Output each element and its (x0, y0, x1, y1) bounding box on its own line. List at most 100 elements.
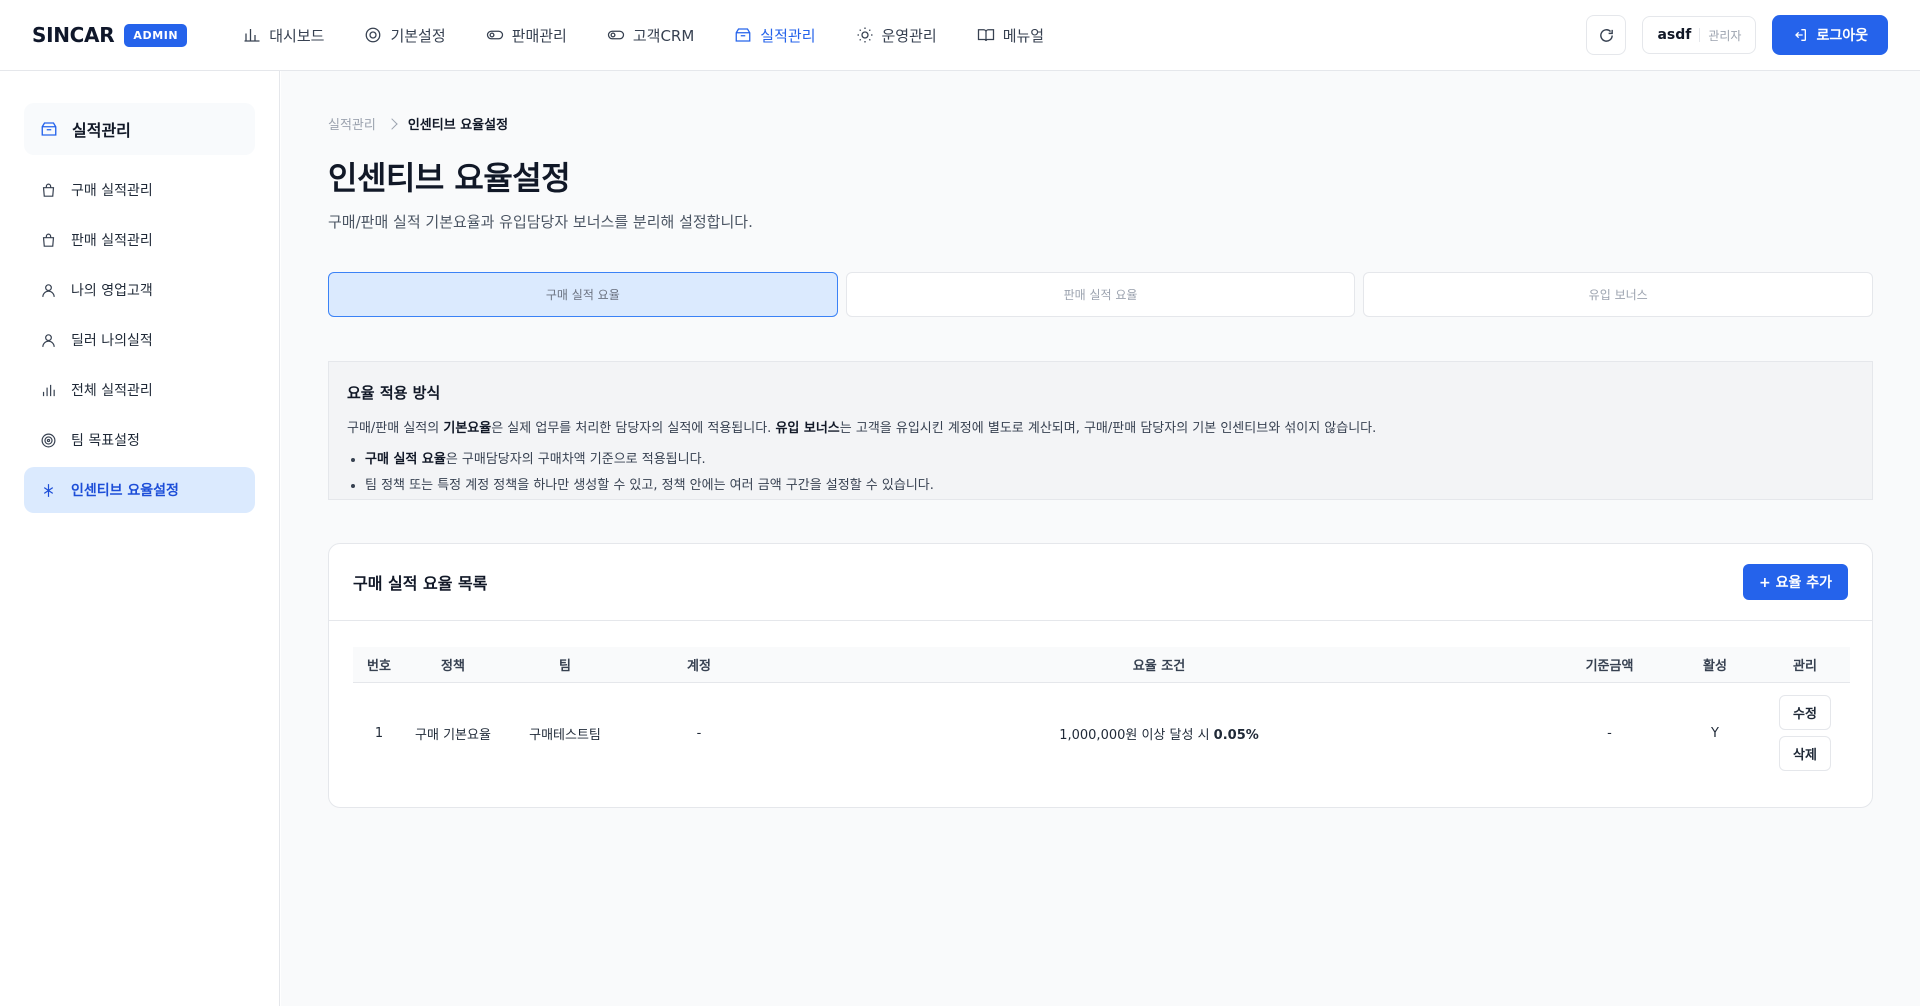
sidebar-item-sales-performance[interactable]: 판매 실적관리 (24, 217, 255, 263)
user-divider (1699, 28, 1701, 42)
breadcrumb: 실적관리 인센티브 요율설정 (328, 114, 508, 133)
info-title: 요율 적용 방식 (347, 384, 441, 402)
condition-rate: 0.05% (1213, 727, 1259, 743)
nav-item-manual[interactable]: 메뉴얼 (957, 15, 1064, 55)
cell-no: 1 (374, 725, 384, 741)
refresh-icon (1600, 28, 1613, 42)
target-icon (41, 433, 56, 447)
sidebar-item-label: 전체 실적관리 (71, 383, 153, 399)
cell-condition: 1,000,000원 이상 달성 시 0.05% (769, 724, 1549, 743)
nav-item-label: 실적관리 (760, 26, 816, 45)
nav-item-operations[interactable]: 운영관리 (836, 15, 957, 55)
nav-item-dashboard[interactable]: 대시보드 (223, 15, 344, 55)
cell-team: 구매테스트팀 (529, 727, 601, 743)
nav-item-label: 고객CRM (632, 26, 695, 45)
cell-base-amount: - (1607, 725, 1612, 741)
sidebar-item-incentive-rates[interactable]: 인센티브 요율설정 (24, 467, 255, 513)
info-text-part: 는 고객을 유입시킨 계정에 별도로 계산되며, 구매/판매 담당자의 기본 인… (839, 421, 1377, 436)
user-info[interactable]: asdf 관리자 (1642, 16, 1757, 54)
bag-icon (42, 183, 55, 197)
info-text-bold: 기본요율 (443, 421, 492, 436)
info-bullet-bold: 구매 실적 요율 (365, 452, 446, 467)
refresh-button[interactable] (1586, 15, 1627, 55)
nav-item-label: 운영관리 (881, 26, 937, 45)
top-bar: SINCAR ADMIN 대시보드 기본설정 판매관리 고객CRM 실적관리 운… (0, 0, 1920, 71)
info-bullet: 구매 실적 요율은 구매담당자의 구매차액 기준으로 적용됩니다. (365, 448, 1854, 467)
breadcrumb-parent[interactable]: 실적관리 (328, 114, 376, 133)
nav-item-sales[interactable]: 판매관리 (466, 15, 587, 55)
admin-badge: ADMIN (124, 23, 188, 47)
main-content: 실적관리 인센티브 요율설정 인센티브 요율설정 구매/판매 실적 기본요율과 … (281, 71, 1920, 1006)
sidebar-item-label: 딜러 나의실적 (71, 333, 153, 349)
card-header: 구매 실적 요율 목록 + 요율 추가 (329, 544, 1872, 621)
row-actions: 수정 삭제 (1760, 695, 1850, 771)
top-right-controls: asdf 관리자 로그아웃 (1586, 15, 1888, 55)
logout-icon (1795, 29, 1807, 41)
info-bullet-text: 은 구매담당자의 구매차액 기준으로 적용됩니다. (445, 452, 706, 467)
breadcrumb-current: 인센티브 요율설정 (407, 118, 509, 133)
target-icon (366, 27, 381, 43)
tab-inflow-bonus[interactable]: 유입 보너스 (1363, 272, 1874, 317)
user-icon (42, 283, 55, 297)
delete-button[interactable]: 삭제 (1779, 736, 1831, 771)
cell-account: - (696, 725, 702, 741)
brand-name: SINCAR (32, 23, 115, 47)
nav-item-crm[interactable]: 고객CRM (587, 15, 714, 55)
asterisk-icon (43, 483, 54, 497)
tab-sales-rate[interactable]: 판매 실적 요율 (845, 272, 1356, 317)
toggle-icon (486, 30, 503, 40)
nav-item-basic-settings[interactable]: 기본설정 (344, 15, 465, 55)
sidebar-header: 실적관리 (24, 103, 255, 155)
page-description: 구매/판매 실적 기본요율과 유입담당자 보너스를 분리해 설정합니다. (328, 213, 753, 231)
info-box: 요율 적용 방식 구매/판매 실적의 기본요율은 실제 업무를 처리한 담당자의… (328, 361, 1873, 500)
chevron-right-icon (386, 117, 398, 130)
sidebar-item-all-performance[interactable]: 전체 실적관리 (24, 367, 255, 413)
table-row: 1 구매 기본요율 구매테스트팀 - 1,000,000원 이상 달성 시 0.… (353, 683, 1850, 783)
tab-purchase-rate[interactable]: 구매 실적 요율 (328, 272, 838, 317)
sidebar-item-label: 팀 목표설정 (71, 433, 140, 449)
cell-policy: 구매 기본요율 (415, 727, 491, 743)
sidebar-item-label: 나의 영업고객 (71, 283, 153, 299)
info-text-part: 은 실제 업무를 처리한 담당자의 실적에 적용됩니다. (491, 421, 776, 436)
brand[interactable]: SINCAR ADMIN (32, 23, 188, 47)
sun-icon (857, 27, 872, 43)
cell-actions: 수정 삭제 (1760, 695, 1850, 771)
sidebar-item-my-customers[interactable]: 나의 영업고객 (24, 267, 255, 313)
info-text-part: 구매/판매 실적의 (347, 421, 444, 436)
column-header: 팀 (559, 659, 571, 674)
column-header: 기준금액 (1585, 659, 1634, 674)
nav-item-performance[interactable]: 실적관리 (714, 15, 835, 55)
sidebar-item-dealer-performance[interactable]: 딜러 나의실적 (24, 317, 255, 363)
bar-chart-icon (42, 384, 55, 396)
sidebar-item-label: 구매 실적관리 (71, 183, 153, 199)
column-header: 관리 (1793, 659, 1817, 674)
bag-icon (42, 233, 55, 247)
nav-item-label: 대시보드 (269, 26, 325, 45)
user-name: asdf (1657, 27, 1692, 43)
logout-button[interactable]: 로그아웃 (1772, 15, 1888, 55)
cell-active: Y (1711, 725, 1719, 741)
sidebar-item-purchase-performance[interactable]: 구매 실적관리 (24, 167, 255, 213)
column-header: 정책 (441, 659, 465, 674)
table-header: 번호 정책 팀 계정 요율 조건 기준금액 활성 관리 (353, 647, 1850, 683)
info-list: 구매 실적 요율은 구매담당자의 구매차액 기준으로 적용됩니다. 팀 정책 또… (347, 448, 1854, 493)
toggle-icon (607, 30, 624, 40)
box-icon (735, 28, 751, 42)
info-text: 구매/판매 실적의 기본요율은 실제 업무를 처리한 담당자의 실적에 적용됩니… (347, 417, 1854, 436)
rate-table: 번호 정책 팀 계정 요율 조건 기준금액 활성 관리 1 구매 기본요율 구매… (353, 647, 1850, 783)
nav-item-label: 기본설정 (390, 26, 446, 45)
add-rate-button[interactable]: + 요율 추가 (1743, 564, 1848, 600)
column-header: 계정 (687, 659, 711, 674)
info-bullet: 팀 정책 또는 특정 계정 정책을 하나만 생성할 수 있고, 정책 안에는 여… (365, 474, 1854, 493)
condition-text: 1,000,000원 이상 달성 시 (1059, 727, 1214, 743)
logout-label: 로그아웃 (1816, 28, 1868, 44)
sidebar-item-label: 인센티브 요율설정 (71, 483, 179, 499)
rate-tabs: 구매 실적 요율 판매 실적 요율 유입 보너스 (328, 272, 1874, 317)
edit-button[interactable]: 수정 (1779, 695, 1831, 730)
sidebar-item-team-goals[interactable]: 팀 목표설정 (24, 417, 255, 463)
page-title: 인센티브 요율설정 (328, 159, 571, 197)
card-title: 구매 실적 요율 목록 (353, 574, 488, 593)
column-header: 요율 조건 (1132, 659, 1186, 674)
box-icon (41, 122, 57, 136)
nav-item-label: 메뉴얼 (1002, 26, 1045, 45)
